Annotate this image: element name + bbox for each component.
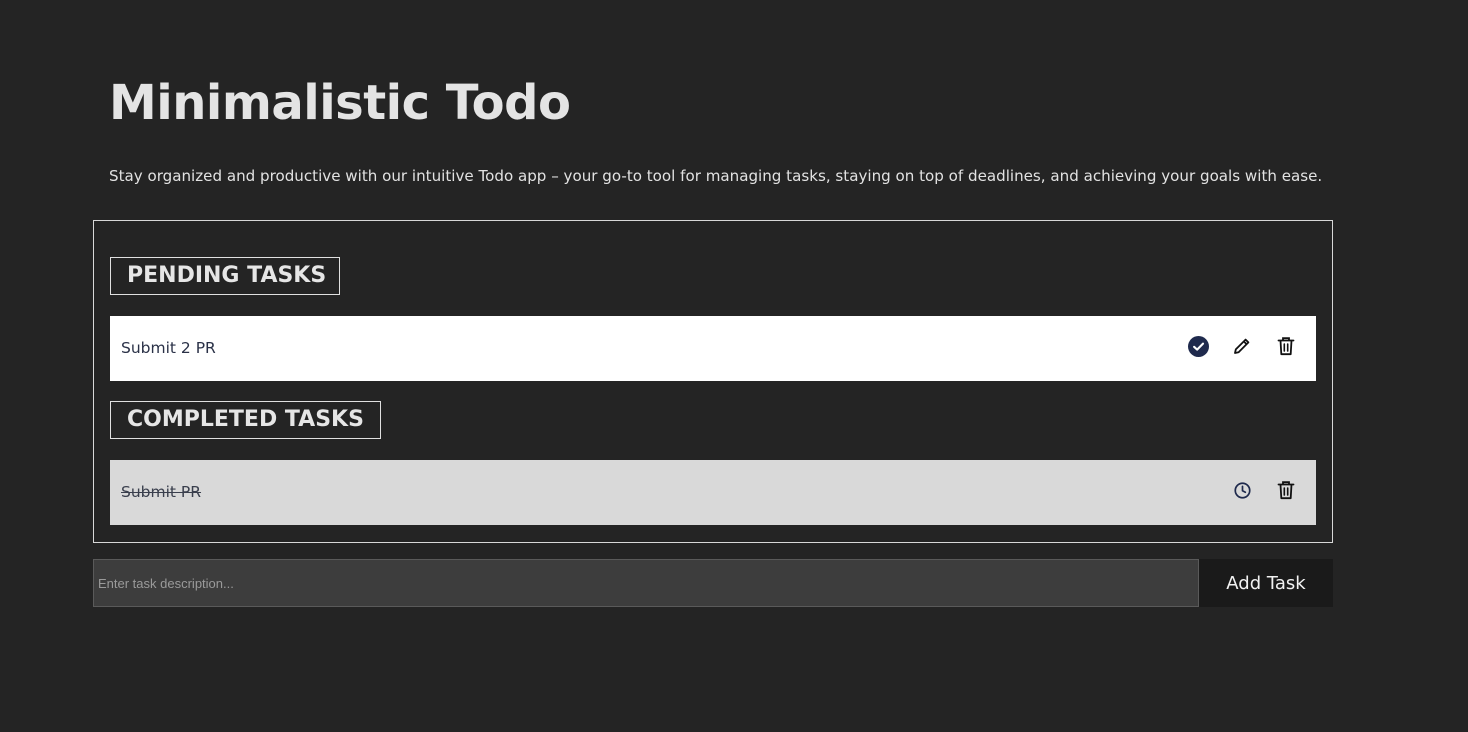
trash-icon[interactable] bbox=[1275, 335, 1297, 357]
page-title: Minimalistic Todo bbox=[109, 75, 571, 131]
trash-icon[interactable] bbox=[1275, 479, 1297, 501]
completed-tasks-heading: COMPLETED TASKS bbox=[110, 401, 381, 439]
pencil-icon[interactable] bbox=[1231, 335, 1253, 357]
pending-task-item: Submit 2 PR bbox=[110, 316, 1316, 381]
clock-icon[interactable] bbox=[1231, 479, 1253, 501]
pending-tasks-heading: PENDING TASKS bbox=[110, 257, 340, 295]
page-subtitle: Stay organized and productive with our i… bbox=[109, 167, 1323, 185]
task-text: Submit PR bbox=[121, 483, 202, 501]
task-text: Submit 2 PR bbox=[121, 339, 216, 357]
add-task-button[interactable]: Add Task bbox=[1199, 559, 1333, 607]
check-circle-icon[interactable] bbox=[1187, 335, 1209, 357]
todo-app: Minimalistic Todo Stay organized and pro… bbox=[0, 0, 1468, 732]
task-description-input[interactable] bbox=[93, 559, 1199, 607]
tasks-panel: PENDING TASKS Submit 2 PR COMPLETED TASK… bbox=[93, 220, 1333, 543]
completed-task-item: Submit PR bbox=[110, 460, 1316, 525]
